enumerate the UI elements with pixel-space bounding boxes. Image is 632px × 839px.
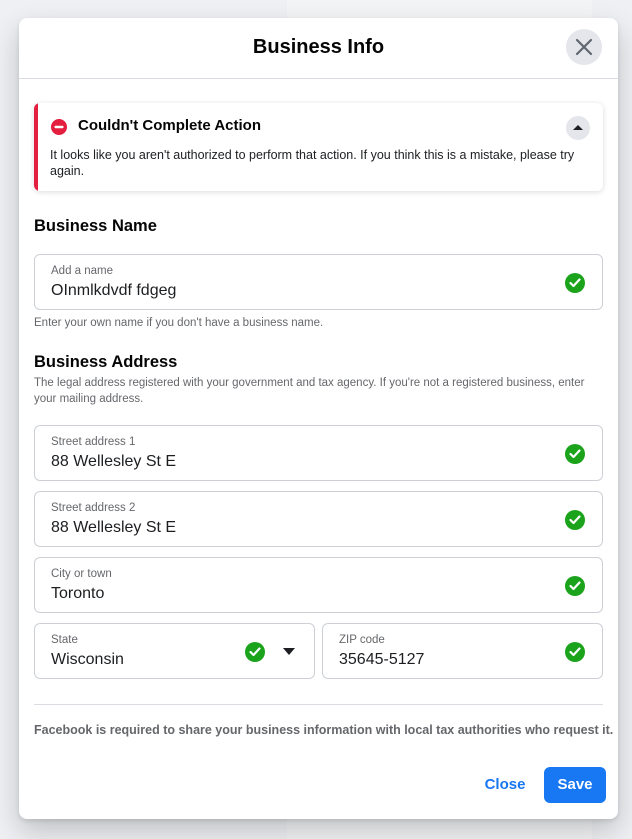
error-alert: Couldn't Complete Action It looks like y… [34, 103, 603, 191]
alert-message: It looks like you aren't authorized to p… [50, 148, 575, 178]
zip-code-field[interactable]: ZIP code 35645-5127 [322, 623, 603, 679]
field-value: Wisconsin [51, 651, 124, 668]
business-name-heading: Business Name [34, 217, 157, 235]
field-label: State [51, 634, 78, 646]
caret-down-icon[interactable] [283, 648, 295, 655]
dialog-title: Business Info [252, 36, 385, 58]
check-icon [565, 273, 585, 293]
divider [34, 704, 603, 705]
field-label: Add a name [51, 265, 114, 277]
close-icon[interactable] [566, 29, 602, 65]
save-button[interactable]: Save [544, 767, 606, 803]
close-button[interactable]: Close [477, 767, 533, 803]
field-value: 88 Wellesley St E [51, 519, 177, 536]
chevron-up-icon[interactable] [566, 116, 590, 140]
city-field[interactable]: City or town Toronto [34, 557, 603, 613]
check-icon [245, 642, 265, 662]
street-address-1-field[interactable]: Street address 1 88 Wellesley St E [34, 425, 603, 481]
field-value: 88 Wellesley St E [51, 453, 177, 470]
business-name-field[interactable]: Add a name OInmlkdvdf fdgeg [34, 254, 603, 310]
field-label: Street address 1 [51, 436, 136, 448]
state-select[interactable]: State Wisconsin [34, 623, 315, 679]
field-value: 35645-5127 [339, 651, 425, 668]
alert-title: Couldn't Complete Action [78, 117, 261, 134]
check-icon [565, 642, 585, 662]
business-address-description: The legal address registered with your g… [34, 377, 585, 405]
field-label: ZIP code [339, 634, 385, 646]
business-info-dialog: Business Info Couldn't Complete Action I… [19, 18, 618, 819]
business-address-heading: Business Address [34, 353, 178, 371]
alert-accent-bar [34, 103, 38, 191]
tax-disclaimer: Facebook is required to share your busin… [34, 723, 614, 737]
check-icon [565, 576, 585, 596]
check-icon [565, 444, 585, 464]
field-value: Toronto [51, 585, 105, 602]
dialog-header: Business Info [19, 18, 618, 79]
error-minus-icon [51, 119, 67, 135]
street-address-2-field[interactable]: Street address 2 88 Wellesley St E [34, 491, 603, 547]
business-name-helper: Enter your own name if you don't have a … [34, 317, 324, 329]
field-value: OInmlkdvdf fdgeg [51, 282, 177, 299]
check-icon [565, 510, 585, 530]
field-label: Street address 2 [51, 502, 136, 514]
field-label: City or town [51, 568, 112, 580]
